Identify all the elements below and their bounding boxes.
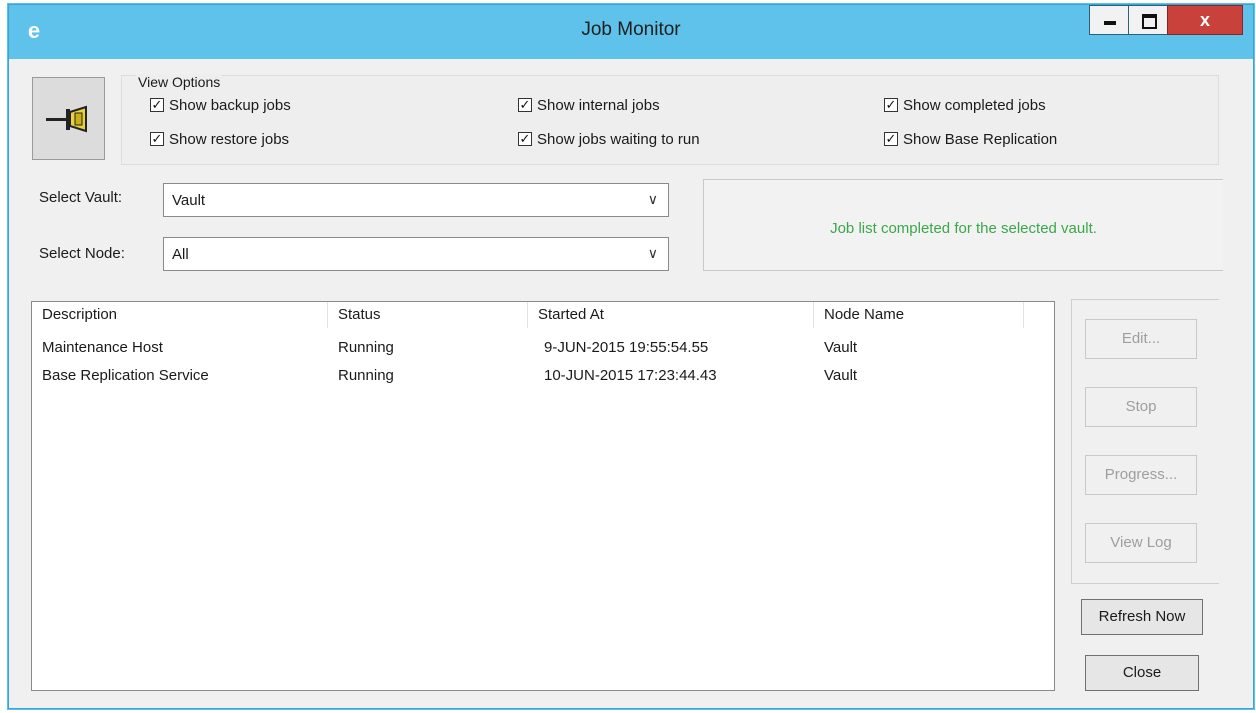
select-vault-label: Select Vault: [39,189,123,206]
pushpin-icon [46,105,87,133]
checkbox-checkmark-icon: ✓ [518,97,532,112]
select-node-label: Select Node: [39,245,125,262]
title-bar[interactable]: e Job Monitor x [9,5,1253,59]
close-window-button[interactable]: x [1167,5,1243,35]
job-list-header: Description Status Started At Node Name [32,302,1054,328]
minimize-icon [1104,21,1116,25]
cell-description: Maintenance Host [42,339,163,356]
cell-started-at: 9-JUN-2015 19:55:54.55 [544,339,709,356]
job-list[interactable]: Description Status Started At Node Name … [31,301,1055,691]
chevron-down-icon: ∨ [647,245,658,261]
progress-button[interactable]: Progress... [1085,455,1197,495]
status-message: Job list completed for the selected vaul… [830,220,1097,237]
close-icon: x [1199,10,1210,30]
pin-button[interactable] [32,77,105,160]
column-header-status[interactable]: Status [328,302,528,328]
close-button[interactable]: Close [1085,655,1199,691]
refresh-now-button[interactable]: Refresh Now [1081,599,1203,635]
cell-status: Running [338,367,394,384]
checkbox-checkmark-icon: ✓ [150,97,164,112]
checkbox-checkmark-icon: ✓ [884,131,898,146]
minimize-button[interactable] [1089,5,1129,35]
node-select-value: All [172,246,189,263]
view-options-group: View Options ✓ Show backup jobs ✓ Show i… [121,74,1219,165]
cell-status: Running [338,339,394,356]
stop-button[interactable]: Stop [1085,387,1197,427]
table-row[interactable]: Maintenance Host Running 9-JUN-2015 19:5… [32,334,1054,362]
cell-node-name: Vault [824,367,858,384]
vault-select[interactable]: Vault ∨ [163,183,669,217]
table-row[interactable]: Base Replication Service Running 10-JUN-… [32,362,1054,390]
view-log-button[interactable]: View Log [1085,523,1197,563]
cell-node-name: Vault [824,339,858,356]
checkbox-checkmark-icon: ✓ [884,97,898,112]
column-header-started-at[interactable]: Started At [528,302,814,328]
cell-description: Base Replication Service [42,367,209,384]
checkbox-checkmark-icon: ✓ [518,131,532,146]
maximize-icon [1142,14,1157,29]
job-monitor-window: e Job Monitor x View Options ✓ Show back… [8,4,1254,709]
node-select[interactable]: All ∨ [163,237,669,271]
status-panel: Job list completed for the selected vaul… [703,179,1223,271]
checkbox-checkmark-icon: ✓ [150,131,164,146]
cell-started-at: 10-JUN-2015 17:23:44.43 [544,367,717,384]
chevron-down-icon: ∨ [647,191,658,207]
window-title: Job Monitor [581,19,681,40]
edit-button[interactable]: Edit... [1085,319,1197,359]
column-header-description[interactable]: Description [32,302,328,328]
view-options-label: View Options [136,74,223,90]
vault-select-value: Vault [172,192,206,209]
column-header-node-name[interactable]: Node Name [814,302,1024,328]
maximize-button[interactable] [1128,5,1168,35]
